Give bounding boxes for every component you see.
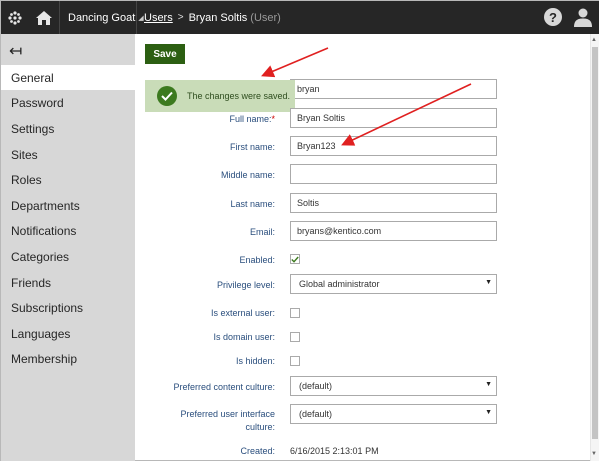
breadcrumb: Users > Bryan Soltis (User) bbox=[144, 1, 281, 34]
sidebar: ↤ General Password Settings Sites Roles … bbox=[1, 34, 135, 461]
last-name-label: Last name: bbox=[230, 199, 275, 209]
dropdown-arrow-icon: ▼ bbox=[485, 279, 492, 286]
is-domain-user-checkbox[interactable] bbox=[290, 332, 300, 342]
save-button[interactable]: Save bbox=[145, 44, 185, 64]
sidebar-item-sites[interactable]: Sites bbox=[1, 142, 135, 167]
preferred-ui-culture-value: (default) bbox=[299, 409, 333, 419]
is-domain-user-label: Is domain user: bbox=[213, 332, 275, 342]
sidebar-item-departments[interactable]: Departments bbox=[1, 193, 135, 218]
sidebar-item-categories[interactable]: Categories bbox=[1, 244, 135, 269]
username-field[interactable]: bryan bbox=[290, 79, 497, 99]
dropdown-arrow-icon: ▼ bbox=[485, 381, 492, 388]
scroll-down-icon[interactable]: ▼ bbox=[591, 451, 597, 457]
site-selector[interactable]: Dancing Goat ◢ bbox=[59, 1, 144, 34]
enabled-checkbox[interactable] bbox=[290, 254, 300, 264]
sidebar-item-password[interactable]: Password bbox=[1, 90, 135, 115]
created-label: Created: bbox=[240, 446, 275, 456]
sidebar-item-languages[interactable]: Languages bbox=[1, 321, 135, 346]
check-circle-icon bbox=[157, 86, 177, 106]
first-name-label: First name: bbox=[229, 142, 275, 152]
back-arrow-icon[interactable]: ↤ bbox=[9, 41, 22, 61]
user-icon[interactable] bbox=[573, 7, 593, 27]
privilege-level-select[interactable]: Global administrator ▼ bbox=[290, 274, 497, 294]
preferred-ui-culture-label: Preferred user interface culture: bbox=[180, 409, 275, 432]
preferred-content-culture-select[interactable]: (default) ▼ bbox=[290, 376, 497, 396]
is-hidden-label: Is hidden: bbox=[235, 356, 275, 366]
sidebar-item-friends[interactable]: Friends bbox=[1, 270, 135, 295]
breadcrumb-users-link[interactable]: Users bbox=[144, 12, 173, 24]
created-value: 6/16/2015 2:13:01 PM bbox=[290, 446, 379, 456]
is-external-user-label: Is external user: bbox=[210, 308, 275, 318]
privilege-level-value: Global administrator bbox=[299, 279, 380, 289]
site-name: Dancing Goat bbox=[68, 11, 136, 24]
email-field[interactable]: bryans@kentico.com bbox=[290, 221, 497, 241]
top-bar: Dancing Goat ◢ Users > Bryan Soltis (Use… bbox=[1, 1, 599, 34]
help-icon[interactable]: ? bbox=[544, 8, 562, 26]
preferred-content-culture-label: Preferred content culture: bbox=[173, 382, 275, 392]
scrollbar-thumb[interactable] bbox=[592, 47, 598, 439]
breadcrumb-object-type: (User) bbox=[250, 11, 281, 24]
is-hidden-checkbox[interactable] bbox=[290, 356, 300, 366]
preferred-ui-culture-select[interactable]: (default) ▼ bbox=[290, 404, 497, 424]
required-marker: * bbox=[271, 114, 275, 124]
preferred-content-culture-value: (default) bbox=[299, 381, 333, 391]
enabled-label: Enabled: bbox=[239, 255, 275, 265]
home-icon[interactable] bbox=[29, 1, 59, 34]
breadcrumb-current: Bryan Soltis bbox=[188, 11, 248, 24]
toast-message: The changes were saved. bbox=[187, 91, 291, 101]
last-name-field[interactable]: Soltis bbox=[290, 193, 497, 213]
breadcrumb-separator: > bbox=[177, 12, 184, 23]
middle-name-field[interactable] bbox=[290, 164, 497, 184]
annotation-arrow-toast bbox=[261, 47, 329, 78]
is-external-user-checkbox[interactable] bbox=[290, 308, 300, 318]
sidebar-item-membership[interactable]: Membership bbox=[1, 346, 135, 371]
first-name-field[interactable]: Bryan123 bbox=[290, 136, 497, 156]
privilege-level-label: Privilege level: bbox=[216, 280, 275, 290]
caret-down-icon: ◢ bbox=[138, 14, 144, 22]
email-label: Email: bbox=[249, 227, 275, 237]
sidebar-item-subscriptions[interactable]: Subscriptions bbox=[1, 295, 135, 320]
scroll-up-icon[interactable]: ▲ bbox=[591, 37, 597, 43]
middle-name-label: Middle name: bbox=[220, 170, 275, 180]
kentico-logo-icon[interactable] bbox=[1, 1, 29, 34]
sidebar-item-roles[interactable]: Roles bbox=[1, 167, 135, 192]
full-name-field[interactable]: Bryan Soltis bbox=[290, 108, 497, 128]
sidebar-item-notifications[interactable]: Notifications bbox=[1, 218, 135, 243]
success-toast: The changes were saved. bbox=[145, 80, 295, 112]
full-name-label: Full name:* bbox=[229, 114, 275, 124]
dropdown-arrow-icon: ▼ bbox=[485, 409, 492, 416]
sidebar-item-settings[interactable]: Settings bbox=[1, 116, 135, 141]
sidebar-item-general[interactable]: General bbox=[1, 65, 135, 90]
